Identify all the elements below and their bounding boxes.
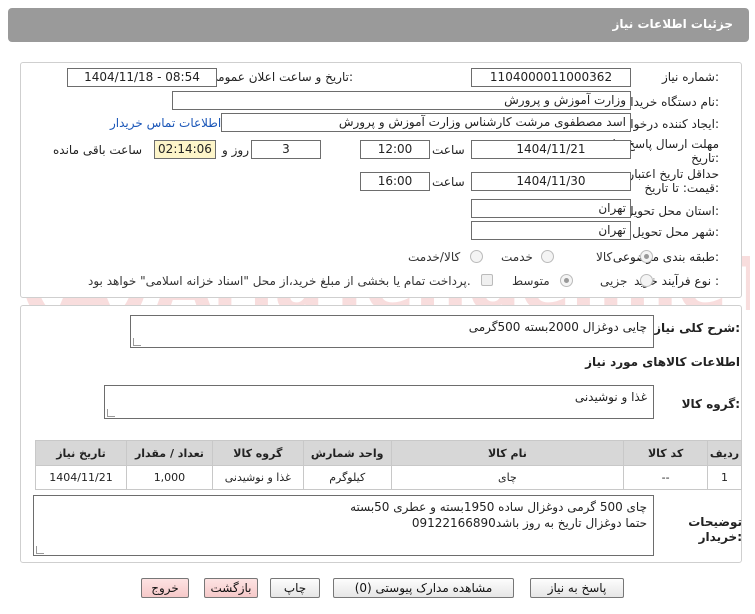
table-row[interactable]: 1 -- چای کیلوگرم غذا و نوشیدنی 1,000 140… <box>35 465 742 490</box>
contact-buyer-link[interactable]: اطلاعات تماس خریدار <box>110 116 221 130</box>
page-title: جزئیات اطلاعات نیاز <box>612 17 733 31</box>
remaining-time-field: 02:14:06 <box>154 140 216 159</box>
category-option-goods: کالا <box>596 250 613 264</box>
creator-field: اسد مصطفوی مرشت کارشناس وزارت آموزش و پر… <box>221 113 631 132</box>
cell-date: 1404/11/21 <box>35 465 127 490</box>
cell-group: غذا و نوشیدنی <box>211 465 304 490</box>
validity-label: حداقل تاریخ اعتبار <box>628 167 719 181</box>
page-header: جزئیات اطلاعات نیاز <box>8 8 749 42</box>
goods-table: ردیف کد کالا نام کالا واحد شمارش گروه کا… <box>35 440 742 490</box>
category-option-both: کالا/خدمت <box>408 250 461 264</box>
buyer-notes-label-2: خریدار: <box>698 530 742 544</box>
process-radio-medium[interactable] <box>560 274 573 287</box>
col-header-unit: واحد شمارش <box>302 440 392 466</box>
back-button[interactable]: بازگشت <box>204 578 258 598</box>
announce-field: 1404/11/18 - 08:54 <box>67 68 217 87</box>
print-button[interactable]: چاپ <box>270 578 320 598</box>
col-header-quantity: تعداد / مقدار <box>126 440 213 466</box>
treasury-payment-note: پرداخت تمام یا بخشی از مبلغ خرید،از محل … <box>88 274 471 288</box>
table-header-row: ردیف کد کالا نام کالا واحد شمارش گروه کا… <box>35 440 742 466</box>
process-option-minor: جزیی <box>600 274 628 288</box>
cell-quantity: 1,000 <box>126 465 213 490</box>
need-number-field: 1104000011000362 <box>471 68 631 87</box>
category-radio-both[interactable] <box>470 250 483 263</box>
buyer-notes-line-2: حتما دوغزال تاریخ به روز باشد09122166890 <box>411 516 647 530</box>
announce-label: تاریخ و ساعت اعلان عمومی: <box>208 70 353 84</box>
treasury-payment-checkbox[interactable] <box>481 274 493 286</box>
need-number-label: شماره نیاز: <box>661 70 719 84</box>
buyer-notes-line-1: چای 500 گرمی دوغزال ساده 1950بسته و عطری… <box>350 500 647 514</box>
deadline-date-field: 1404/11/21 <box>471 140 631 159</box>
remaining-time-label: ساعت باقی مانده <box>53 143 143 157</box>
goods-info-title: اطلاعات کالاهای مورد نیاز <box>585 355 740 369</box>
buyer-notes-label: توضیحات <box>688 515 742 529</box>
deadline-time-field: 12:00 <box>360 140 430 159</box>
goods-group-textarea[interactable]: غذا و نوشیدنی <box>104 385 654 419</box>
validity-label-date: قیمت: تا تاریخ: <box>644 181 719 195</box>
summary-textarea[interactable]: چایی دوغزال 2000بسته 500گرمی <box>130 315 654 348</box>
cell-name: چای <box>390 465 625 490</box>
buyer-org-label: نام دستگاه خریدار: <box>624 95 720 109</box>
province-label: استان محل تحویل: <box>624 204 719 218</box>
summary-text: چایی دوغزال 2000بسته 500گرمی <box>468 320 647 334</box>
category-option-service: خدمت <box>501 250 533 264</box>
validity-date-field: 1404/11/30 <box>471 172 631 191</box>
exit-button[interactable]: خروج <box>141 578 189 598</box>
buyer-notes-textarea[interactable]: چای 500 گرمی دوغزال ساده 1950بسته و عطری… <box>33 495 654 556</box>
resize-grip-icon[interactable] <box>107 409 115 417</box>
cell-unit: کیلوگرم <box>302 465 392 490</box>
deadline-time-label: ساعت <box>432 143 465 157</box>
city-field: تهران <box>471 221 631 240</box>
resize-grip-icon[interactable] <box>133 338 141 346</box>
goods-group-text: غذا و نوشیدنی <box>574 390 647 404</box>
process-option-medium: متوسط <box>512 274 550 288</box>
goods-group-label: گروه کالا: <box>681 397 740 411</box>
category-radio-service[interactable] <box>541 250 554 263</box>
process-radio-minor[interactable] <box>640 274 653 287</box>
deadline-label-date: تاریخ: <box>691 151 719 165</box>
col-header-name: نام کالا <box>390 440 625 466</box>
days-label: روز و <box>222 143 249 157</box>
validity-time-label: ساعت <box>432 175 465 189</box>
col-header-group: گروه کالا <box>211 440 304 466</box>
reply-button[interactable]: پاسخ به نیاز <box>530 578 624 598</box>
resize-grip-icon[interactable] <box>36 546 44 554</box>
col-header-row-number: ردیف <box>707 440 742 466</box>
cell-row-number: 1 <box>707 465 742 490</box>
summary-label: شرح کلی نیاز: <box>654 321 740 335</box>
cell-code: -- <box>623 465 709 490</box>
view-attachments-button[interactable]: مشاهده مدارک پیوستی (0) <box>333 578 514 598</box>
col-header-code: کد کالا <box>623 440 709 466</box>
category-radio-goods[interactable] <box>640 250 653 263</box>
province-field: تهران <box>471 199 631 218</box>
category-label: طبقه بندی موضوعی: <box>612 250 719 264</box>
days-remaining-field: 3 <box>251 140 321 159</box>
col-header-date: تاریخ نیاز <box>35 440 127 466</box>
city-label: شهر محل تحویل: <box>632 225 719 239</box>
buyer-org-field: وزارت آموزش و پرورش <box>172 91 631 110</box>
validity-time-field: 16:00 <box>360 172 430 191</box>
